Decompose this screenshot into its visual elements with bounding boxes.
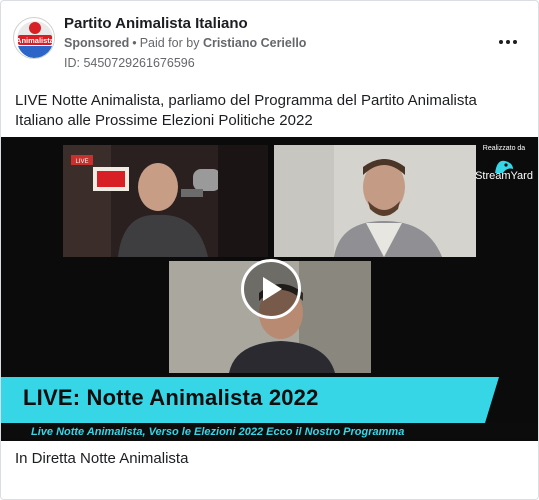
advertiser-avatar[interactable]: Animalista [13,17,55,59]
party-logo-icon: Animalista [15,19,55,58]
ad-card: Animalista Partito Animalista Italiano S… [0,0,539,500]
svg-text:LIVE: LIVE [75,159,88,165]
video-title-banner: LIVE: Notte Animalista 2022 [1,377,499,423]
speaker-tile-1: LIVE [63,145,268,257]
payer-name[interactable]: Cristiano Ceriello [203,36,307,50]
speaker-tile-2 [274,145,476,257]
streamyard-brand: Realizzato da StreamYard [471,145,537,197]
more-options-icon [498,40,519,44]
brand-caption: Realizzato da [482,145,526,152]
ad-header: Animalista Partito Animalista Italiano S… [1,1,538,81]
separator: • [132,36,137,50]
ad-body-text: LIVE Notte Animalista, parliamo del Prog… [15,92,477,129]
banner-title: LIVE: Notte Animalista 2022 [23,385,319,410]
sponsored-line: Sponsored • Paid for by Cristiano Ceriello [64,36,306,50]
sponsored-label: Sponsored [64,36,130,50]
more-options-button[interactable] [495,29,521,55]
play-button[interactable] [241,259,301,319]
paid-for-label: Paid for by [139,36,200,50]
play-icon [263,277,282,301]
video-subtitle: Live Notte Animalista, Verso le Elezioni… [31,426,405,438]
video-player[interactable]: LIVE Realizzato da StreamYard LIVE: Nott… [1,137,538,441]
advertiser-name[interactable]: Partito Animalista Italiano [64,15,248,32]
ad-id: ID: 5450729261676596 [64,56,195,70]
streamyard-logo-icon [495,160,513,173]
svg-text:Animalista: Animalista [16,36,55,45]
footer-title[interactable]: In Diretta Notte Animalista [15,450,188,467]
